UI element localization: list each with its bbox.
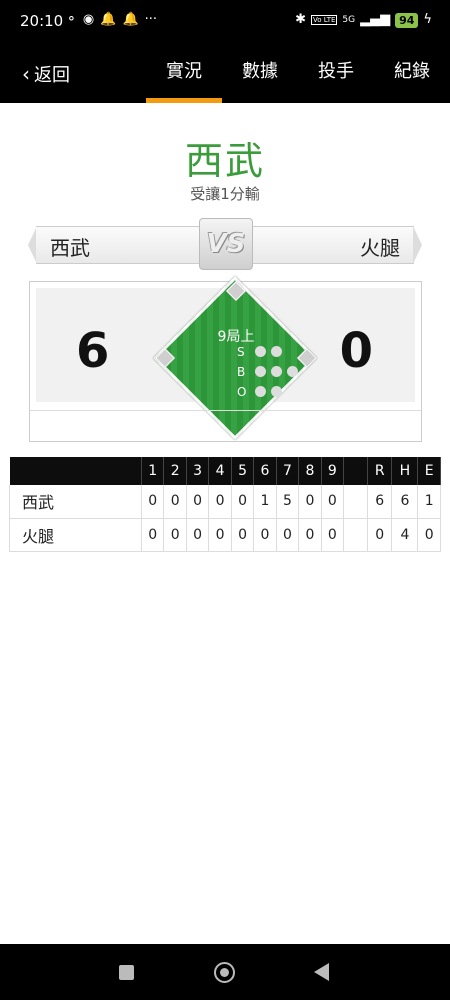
inning-score: 0 [208,518,232,552]
line-score-header: 1 2 3 4 5 6 7 8 9 R H E [9,457,441,485]
strike-dot [271,346,282,357]
team-left-name: 西武 [50,236,90,260]
inning-score: 0 [231,485,255,519]
volte-icon: Vo LTE [311,15,338,25]
top-nav: ‹ 返回 實況 數據 投手 紀錄 [0,44,450,103]
inning-score: 0 [321,485,345,519]
status-time: 20:10 [20,12,64,30]
inning-score: 0 [186,518,210,552]
header-inning-1: 1 [141,457,165,485]
row-team-name: 西武 [9,485,142,519]
header-inning-9: 9 [321,457,345,485]
out-dot [255,386,266,397]
table-row: 火腿 0 0 0 0 0 0 0 0 0 0 4 0 [9,518,441,552]
header-inning-8: 8 [298,457,322,485]
inning-score: 0 [298,518,322,552]
header-inning-4: 4 [208,457,232,485]
line-score-table: 1 2 3 4 5 6 7 8 9 R H E 西武 0 0 0 0 0 1 5… [9,457,441,552]
header-inning-5: 5 [231,457,255,485]
ball-dot [271,366,282,377]
inning-score: 0 [298,485,322,519]
tab-records[interactable]: 紀錄 [374,44,450,103]
total-runs: 0 [367,518,393,552]
signal-label: 5G [342,15,356,25]
row-gap [343,518,369,552]
charging-icon: ϟ [423,12,432,27]
header-inning-2: 2 [163,457,187,485]
tab-pitcher[interactable]: 投手 [298,44,374,103]
header-gap [343,457,369,485]
bell-icon: 🔔 [122,12,139,27]
bluetooth-icon: ✱ [295,12,307,27]
inning-score: 0 [163,518,187,552]
header-inning-6: 6 [253,457,277,485]
inning-score: 0 [253,518,277,552]
system-icons: ✱ Vo LTE 5G ▂▄▆ 94 ϟ [295,11,432,29]
chevron-left-icon: ‹ [22,62,30,86]
total-errors: 1 [417,485,441,519]
ball-dot [287,366,298,377]
matchup-bar: 西武 火腿 VS [28,218,422,270]
inning-score: 0 [163,485,187,519]
back-label: 返回 [34,65,70,86]
notification-icons: ⚬ ◉ 🔔 🔔 ··· [66,11,157,29]
inning-score: 0 [186,485,210,519]
ball-label: B [237,365,246,379]
mute-icon: ⚬ [66,12,77,27]
messenger-icon: ◉ [82,12,95,27]
scoreboard-divider [30,410,421,411]
signal-icon: ▂▄▆ [360,12,391,27]
scoreboard: 6 0 9局上 S B O [29,275,422,442]
inning-score: 0 [231,518,255,552]
back-button[interactable]: ‹ 返回 [22,61,70,87]
scoreboard-panel: 6 0 9局上 S B O [36,275,415,441]
more-icon: ··· [144,12,158,27]
score-left: 6 [76,323,110,379]
recent-apps-button[interactable] [119,965,134,980]
inning-score: 0 [321,518,345,552]
strike-dot [255,346,266,357]
status-bar: 20:10 ⚬ ◉ 🔔 🔔 ··· ✱ Vo LTE 5G ▂▄▆ 94 ϟ [0,0,450,44]
battery-icon: 94 [395,12,419,28]
system-nav-bar [0,944,450,1000]
winner-team: 西武 [184,139,265,183]
inning-score: 0 [141,518,165,552]
header-inning-7: 7 [276,457,300,485]
strike-label: S [237,345,245,359]
header-runs: R [367,457,393,485]
table-row: 西武 0 0 0 0 0 1 5 0 0 6 6 1 [9,485,441,519]
inning-score: 1 [253,485,277,519]
tab-live[interactable]: 實況 [146,44,222,103]
out-dot [271,386,282,397]
matchup-right-cap [413,226,422,264]
vs-badge: VS [199,218,253,270]
home-button[interactable] [214,962,235,983]
header-errors: E [417,457,441,485]
score-right: 0 [339,323,373,379]
team-right-name: 火腿 [360,236,400,260]
total-errors: 0 [417,518,441,552]
total-runs: 6 [367,485,393,519]
bell-icon: 🔔 [100,12,117,27]
header-hits: H [391,457,419,485]
total-hits: 4 [391,518,419,552]
inning-score: 0 [141,485,165,519]
inning-label: 9局上 [217,329,255,345]
inning-score: 0 [276,518,300,552]
header-team-cell [9,457,142,485]
result-text: 受讓1分輸 [190,185,260,203]
row-team-name: 火腿 [9,518,142,552]
baseball-field: 9局上 S B O [151,275,321,441]
row-gap [343,485,369,519]
tab-bar: 實況 數據 投手 紀錄 [146,44,450,103]
out-label: O [237,385,247,399]
ball-dot [255,366,266,377]
total-hits: 6 [391,485,419,519]
tab-stats[interactable]: 數據 [222,44,298,103]
header-inning-3: 3 [186,457,210,485]
system-back-button[interactable] [314,963,329,981]
inning-score: 0 [208,485,232,519]
inning-score: 5 [276,485,300,519]
